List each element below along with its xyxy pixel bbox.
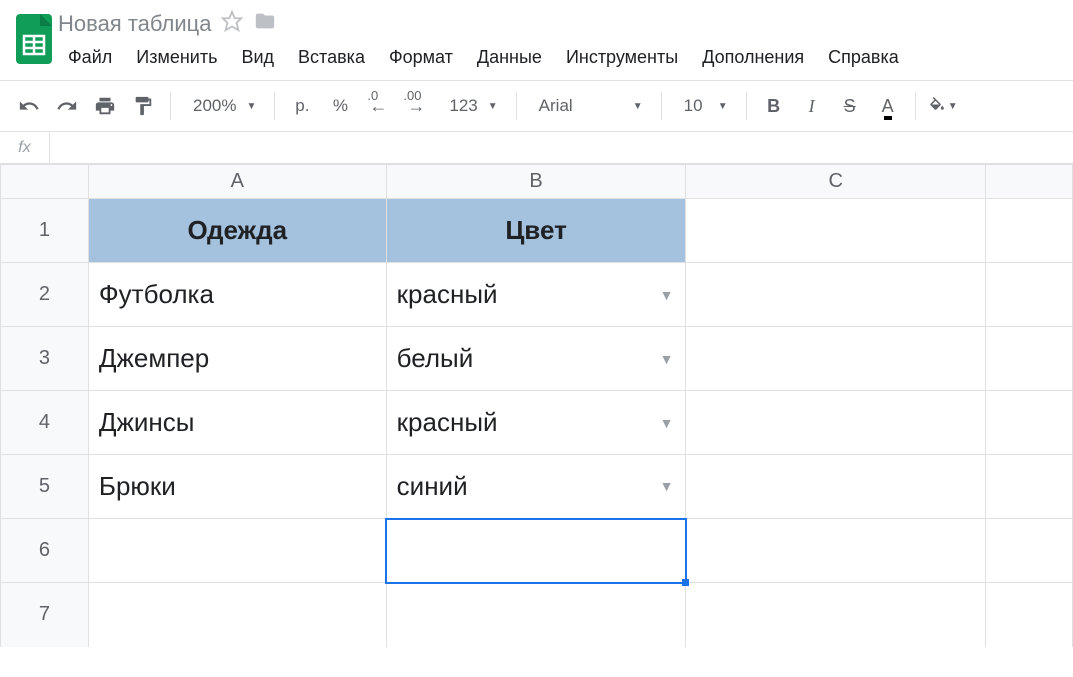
menu-data[interactable]: Данные [467, 43, 552, 72]
row-header-6[interactable]: 6 [1, 519, 89, 583]
column-header-d[interactable] [986, 165, 1073, 199]
cell-b1[interactable]: Цвет [386, 199, 686, 263]
toolbar: 200%▼ р. % .0← .00→ 123▼ Arial▼ 10▼ B I … [0, 80, 1073, 132]
menu-format[interactable]: Формат [379, 43, 463, 72]
dropdown-arrow-icon[interactable]: ▼ [660, 351, 674, 367]
cell-b4[interactable]: красный▼ [386, 391, 686, 455]
row-header-5[interactable]: 5 [1, 455, 89, 519]
column-header-row: A B C [1, 165, 1073, 199]
column-header-a[interactable]: A [88, 165, 386, 199]
cell-b6[interactable] [386, 519, 686, 583]
menu-insert[interactable]: Вставка [288, 43, 375, 72]
cell-a4[interactable]: Джинсы [88, 391, 386, 455]
folder-icon[interactable] [253, 10, 277, 37]
redo-button[interactable] [52, 91, 82, 121]
cell-c1[interactable] [686, 199, 986, 263]
percent-button[interactable]: % [325, 91, 355, 121]
italic-button[interactable]: I [797, 91, 827, 121]
menu-addons[interactable]: Дополнения [692, 43, 814, 72]
fill-color-button[interactable]: ▼ [928, 91, 958, 121]
paint-format-button[interactable] [128, 91, 158, 121]
menu-view[interactable]: Вид [231, 43, 284, 72]
row-header-7[interactable]: 7 [1, 583, 89, 647]
spreadsheet-grid: A B C 1 Одежда Цвет 2 Футболка красный▼ … [0, 164, 1073, 647]
font-dropdown[interactable]: Arial▼ [529, 96, 649, 116]
cell-d5[interactable] [986, 455, 1073, 519]
print-button[interactable] [90, 91, 120, 121]
document-title[interactable]: Новая таблица [58, 11, 211, 37]
menu-file[interactable]: Файл [58, 43, 122, 72]
cell-c7[interactable] [686, 583, 986, 647]
menu-bar: Файл Изменить Вид Вставка Формат Данные … [58, 41, 1063, 80]
cell-a3[interactable]: Джемпер [88, 327, 386, 391]
menu-help[interactable]: Справка [818, 43, 909, 72]
menu-edit[interactable]: Изменить [126, 43, 227, 72]
cell-c5[interactable] [686, 455, 986, 519]
cell-c4[interactable] [686, 391, 986, 455]
cell-b7[interactable] [386, 583, 686, 647]
dropdown-arrow-icon[interactable]: ▼ [660, 415, 674, 431]
formula-bar: fx [0, 132, 1073, 164]
bold-button[interactable]: B [759, 91, 789, 121]
cell-d2[interactable] [986, 263, 1073, 327]
currency-button[interactable]: р. [287, 91, 317, 121]
menu-tools[interactable]: Инструменты [556, 43, 688, 72]
cell-a6[interactable] [88, 519, 386, 583]
cell-c2[interactable] [686, 263, 986, 327]
row-header-1[interactable]: 1 [1, 199, 89, 263]
cell-d6[interactable] [986, 519, 1073, 583]
cell-b5[interactable]: синий▼ [386, 455, 686, 519]
cell-b3[interactable]: белый▼ [386, 327, 686, 391]
increase-decimal-button[interactable]: .00→ [401, 91, 431, 121]
dropdown-arrow-icon[interactable]: ▼ [660, 287, 674, 303]
text-color-button[interactable]: A [873, 91, 903, 121]
cell-a2[interactable]: Футболка [88, 263, 386, 327]
cell-c6[interactable] [686, 519, 986, 583]
formula-input[interactable] [50, 132, 1073, 163]
cell-a7[interactable] [88, 583, 386, 647]
cell-d4[interactable] [986, 391, 1073, 455]
row-header-4[interactable]: 4 [1, 391, 89, 455]
row-header-3[interactable]: 3 [1, 327, 89, 391]
decrease-decimal-button[interactable]: .0← [363, 91, 393, 121]
select-all-corner[interactable] [1, 165, 89, 199]
font-size-dropdown[interactable]: 10▼ [674, 96, 734, 116]
cell-d7[interactable] [986, 583, 1073, 647]
column-header-b[interactable]: B [386, 165, 686, 199]
zoom-dropdown[interactable]: 200%▼ [183, 96, 262, 116]
cell-a5[interactable]: Брюки [88, 455, 386, 519]
header: Новая таблица Файл Изменить Вид Вставка … [0, 0, 1073, 80]
cell-d1[interactable] [986, 199, 1073, 263]
row-header-2[interactable]: 2 [1, 263, 89, 327]
undo-button[interactable] [14, 91, 44, 121]
sheets-logo[interactable] [10, 8, 58, 72]
number-format-dropdown[interactable]: 123▼ [439, 96, 503, 116]
fx-label: fx [0, 132, 50, 163]
cell-b2[interactable]: красный▼ [386, 263, 686, 327]
star-icon[interactable] [221, 10, 243, 37]
cell-c3[interactable] [686, 327, 986, 391]
cell-a1[interactable]: Одежда [88, 199, 386, 263]
cell-d3[interactable] [986, 327, 1073, 391]
column-header-c[interactable]: C [686, 165, 986, 199]
strikethrough-button[interactable]: S [835, 91, 865, 121]
dropdown-arrow-icon[interactable]: ▼ [660, 478, 674, 494]
